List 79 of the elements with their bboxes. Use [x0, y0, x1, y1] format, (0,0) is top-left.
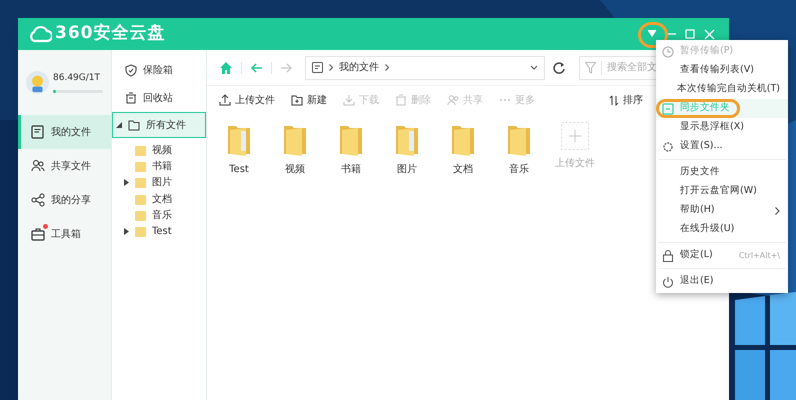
- tree-item[interactable]: 音乐: [112, 207, 206, 224]
- menu-item[interactable]: 帮助(H): [656, 201, 788, 220]
- tree-item[interactable]: 保险箱: [112, 56, 206, 84]
- toolbar-button[interactable]: 上传文件: [219, 92, 275, 108]
- menu-item[interactable]: 退出(E): [656, 272, 788, 291]
- file-name[interactable]: 书籍: [341, 162, 361, 177]
- upload-icon: [219, 94, 231, 106]
- menu-item[interactable]: 显示悬浮框(X): [656, 118, 788, 137]
- app-logo: 360安全云盘: [55, 22, 166, 46]
- lock-icon: [662, 250, 674, 262]
- people-icon: [447, 94, 459, 106]
- tree-item[interactable]: 文档: [112, 190, 206, 208]
- nav-item[interactable]: 我的文件: [18, 115, 111, 149]
- nav-item[interactable]: 我的分享: [18, 183, 111, 217]
- menu-item[interactable]: 查看传输列表(V): [656, 61, 788, 80]
- shield-icon: [125, 64, 137, 76]
- expanded-arrow-icon[interactable]: [116, 122, 122, 128]
- folder-outline-icon: [128, 118, 140, 132]
- trash-icon: [395, 94, 407, 106]
- settings-icon: [662, 140, 674, 152]
- download-icon: [343, 94, 355, 106]
- tree-item[interactable]: 书籍: [112, 158, 206, 175]
- bin-icon: [125, 92, 137, 104]
- share-icon: [31, 193, 45, 207]
- menu-item[interactable]: 锁定(L) Ctrl+Alt+\: [656, 246, 788, 265]
- address-bar[interactable]: 我的文件: [305, 56, 545, 80]
- path-segment[interactable]: 我的文件: [339, 60, 379, 75]
- people-icon: [31, 159, 45, 173]
- shortcut-text: Ctrl+Alt+\: [738, 250, 780, 262]
- nav-item[interactable]: 共享文件: [18, 149, 111, 183]
- file-name[interactable]: 音乐: [509, 162, 529, 177]
- close-icon[interactable]: [704, 28, 715, 40]
- sort-button[interactable]: 排序: [609, 92, 643, 108]
- folder-icon: [135, 177, 146, 188]
- collapsed-arrow-icon[interactable]: [124, 179, 129, 186]
- folder-plus-icon: [291, 94, 303, 106]
- tree-item[interactable]: Test: [112, 223, 206, 240]
- forward-arrow-icon[interactable]: [280, 62, 293, 72]
- maximize-icon[interactable]: [685, 29, 695, 39]
- nav-item[interactable]: 工具箱: [18, 217, 111, 251]
- back-arrow-icon[interactable]: [250, 62, 263, 72]
- menu-item[interactable]: 历史文件: [656, 163, 788, 182]
- home-icon[interactable]: [219, 60, 233, 74]
- clock-icon: [662, 46, 674, 58]
- menu-item[interactable]: 设置(S)...: [656, 137, 788, 156]
- refresh-icon[interactable]: [553, 62, 565, 74]
- folder-icon: [135, 194, 146, 205]
- folder-icon: [135, 160, 146, 172]
- filter-icon: [585, 62, 596, 74]
- file-name[interactable]: 文档: [453, 162, 473, 177]
- chevron-down-icon[interactable]: [530, 65, 538, 70]
- storage-text: 86.49G/1T: [53, 72, 101, 85]
- folder-icon: [135, 226, 146, 238]
- power-icon: [662, 276, 674, 288]
- tree-item[interactable]: 图片: [112, 174, 206, 191]
- file-name[interactable]: Test: [229, 162, 249, 177]
- toolbar-button[interactable]: 新建: [291, 92, 327, 108]
- tree-item[interactable]: 所有文件: [112, 112, 206, 138]
- menu-item[interactable]: 在线升级(U): [656, 220, 788, 239]
- collapsed-arrow-icon[interactable]: [124, 228, 129, 236]
- file-name[interactable]: 图片: [397, 162, 417, 177]
- cloud-icon: [28, 25, 52, 43]
- sync-folder-icon: [662, 102, 674, 114]
- document-icon: [31, 125, 45, 139]
- tree-item[interactable]: 回收站: [112, 84, 206, 112]
- chevron-right-icon: [329, 64, 333, 71]
- menu-item[interactable]: 打开云盘官网(W): [656, 182, 788, 201]
- document-icon: [312, 62, 323, 73]
- file-name[interactable]: 视频: [285, 162, 305, 177]
- tree-item[interactable]: 视频: [112, 142, 206, 158]
- sort-icon: [609, 94, 619, 106]
- folder-icon: [135, 144, 146, 156]
- chevron-right-icon: [385, 64, 389, 71]
- dropdown-icon[interactable]: [647, 30, 657, 38]
- toolbox-icon: [31, 227, 45, 241]
- avatar-icon[interactable]: [26, 70, 49, 95]
- add-icon[interactable]: [561, 122, 589, 150]
- folder-icon: [135, 210, 146, 221]
- menu-item[interactable]: 本次传输完自动关机(T): [656, 80, 788, 99]
